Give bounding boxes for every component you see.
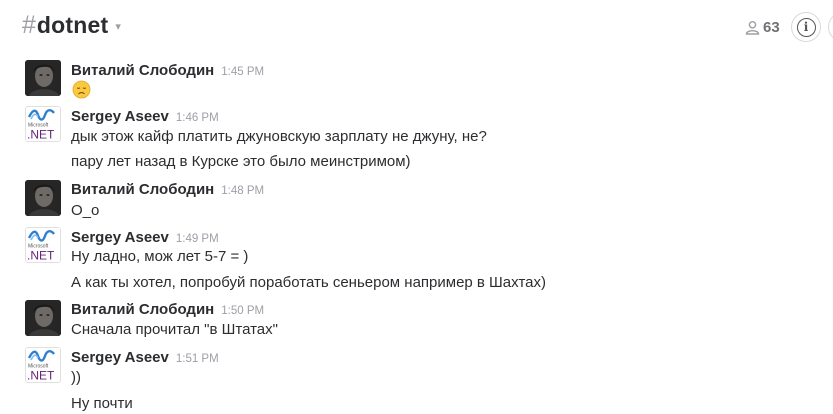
avatar[interactable]: [25, 180, 61, 216]
more-button[interactable]: [828, 12, 833, 42]
author-name[interactable]: Sergey Aseev: [71, 349, 169, 366]
channel-info-button[interactable]: i: [791, 12, 821, 42]
timestamp[interactable]: 1:49 PM: [176, 233, 219, 245]
microsoft-dotnet-logo: Microsoft .NET: [26, 107, 60, 141]
message-text: пару лет назад в Курске это было меинстр…: [71, 153, 411, 170]
timestamp[interactable]: 1:46 PM: [176, 112, 219, 124]
person-photo: [25, 300, 61, 336]
person-icon: [745, 21, 760, 35]
disappointed-face-icon: [72, 80, 91, 99]
message-text: Ну почти: [71, 395, 133, 412]
message-text: O_o: [71, 202, 100, 219]
author-name[interactable]: Виталий Слободин: [71, 301, 214, 318]
person-photo: [25, 180, 61, 216]
author-name[interactable]: Виталий Слободин: [71, 62, 214, 79]
svg-text:.NET: .NET: [27, 249, 55, 263]
avatar[interactable]: Microsoft .NET: [25, 227, 61, 263]
svg-text:.NET: .NET: [27, 369, 55, 383]
microsoft-dotnet-logo: Microsoft .NET: [26, 348, 60, 382]
timestamp[interactable]: 1:48 PM: [221, 185, 264, 197]
member-count: 63: [763, 19, 780, 36]
message-header: Sergey Aseev 1:46 PM: [71, 108, 219, 125]
message-header: Виталий Слободин 1:50 PM: [71, 301, 264, 318]
info-icon: i: [796, 17, 816, 37]
channel-title[interactable]: # dotnet ▾: [22, 11, 121, 40]
chevron-down-icon[interactable]: ▾: [115, 20, 121, 33]
avatar[interactable]: [25, 300, 61, 336]
avatar[interactable]: Microsoft .NET: [25, 106, 61, 142]
author-name[interactable]: Sergey Aseev: [71, 229, 169, 246]
message-text: дык этож кайф платить джуновскую зарплат…: [71, 128, 487, 145]
author-name[interactable]: Sergey Aseev: [71, 108, 169, 125]
timestamp[interactable]: 1:51 PM: [176, 353, 219, 365]
message-text: А как ты хотел, попробуй поработать сень…: [71, 274, 547, 291]
message-text: Сначала прочитал "в Штатах": [71, 321, 278, 338]
message-header: Sergey Aseev 1:49 PM: [71, 229, 219, 246]
svg-text:.NET: .NET: [27, 128, 55, 142]
channel-header: # dotnet ▾ 63 i: [0, 0, 833, 56]
microsoft-dotnet-logo: Microsoft .NET: [26, 228, 60, 262]
message-header: Sergey Aseev 1:51 PM: [71, 349, 219, 366]
author-name[interactable]: Виталий Слободин: [71, 181, 214, 198]
channel-hash: #: [22, 11, 36, 39]
message-header: Виталий Слободин 1:48 PM: [71, 181, 264, 198]
timestamp[interactable]: 1:45 PM: [221, 66, 264, 78]
person-photo: [25, 60, 61, 96]
avatar[interactable]: Microsoft .NET: [25, 347, 61, 383]
message-text: Ну ладно, мож лет 5-7 = ): [71, 248, 249, 265]
member-count-button[interactable]: 63: [745, 19, 780, 36]
avatar[interactable]: [25, 60, 61, 96]
message-header: Виталий Слободин 1:45 PM: [71, 62, 264, 79]
message-text: )): [71, 369, 81, 386]
channel-name: dotnet: [36, 12, 109, 38]
timestamp[interactable]: 1:50 PM: [221, 305, 264, 317]
